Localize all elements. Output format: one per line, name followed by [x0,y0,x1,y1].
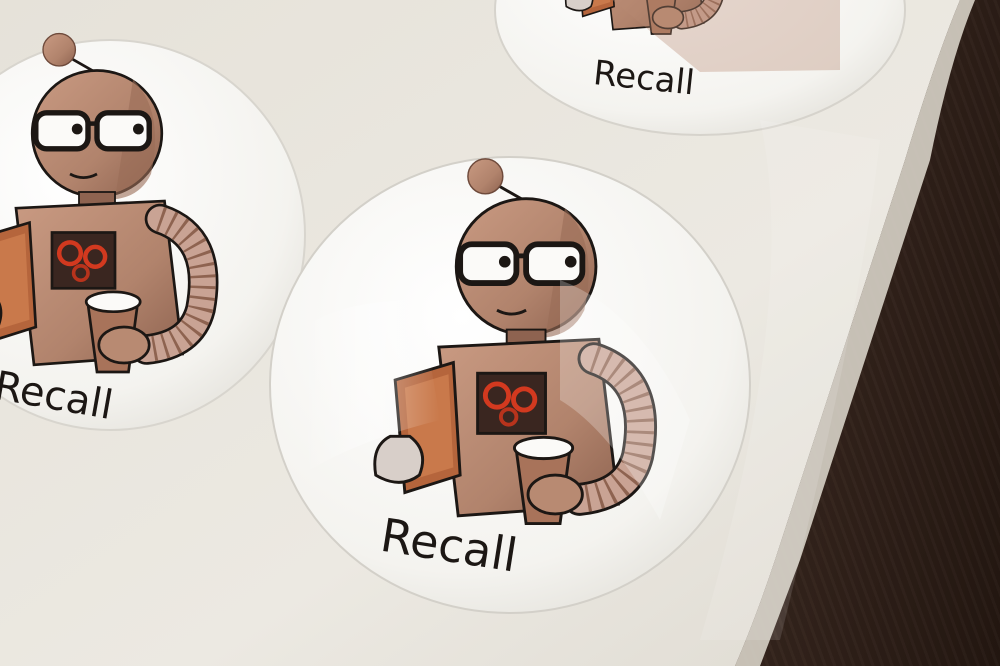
sticker-center: Recall [269,157,751,614]
sticker-sheet-photo: Recall Recall Recall [0,0,975,666]
photo-scene: Recall Recall Recall [0,0,1000,666]
